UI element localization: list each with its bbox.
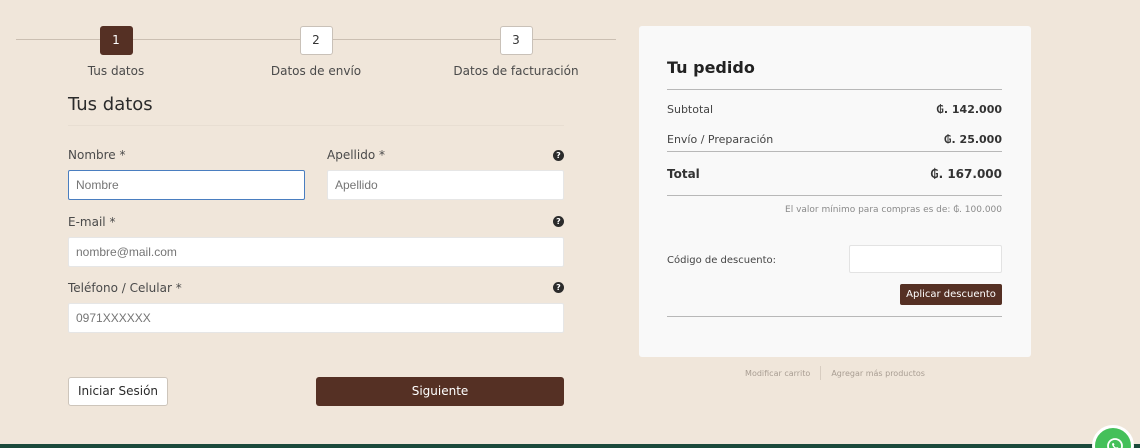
- whatsapp-button[interactable]: [1092, 425, 1134, 448]
- cart-links: Modificar carrito Agregar más productos: [639, 366, 1031, 380]
- form-title: Tus datos: [68, 94, 564, 126]
- divider: [667, 195, 1002, 196]
- whatsapp-icon: [1107, 438, 1123, 448]
- telefono-input[interactable]: [68, 303, 564, 333]
- step-3-label: Datos de facturación: [453, 64, 579, 78]
- apellido-label: Apellido *: [327, 148, 385, 162]
- discount-label: Código de descuento:: [667, 255, 776, 266]
- shipping-label: Envío / Preparación: [667, 133, 774, 146]
- step-1-label: Tus datos: [87, 64, 145, 78]
- divider: [667, 151, 1002, 152]
- login-button[interactable]: Iniciar Sesión: [68, 377, 168, 406]
- minimum-purchase-note: El valor mínimo para compras es de: ₲. 1…: [785, 205, 1002, 215]
- footer-bar: [0, 444, 1140, 448]
- telefono-label: Teléfono / Celular *: [68, 281, 182, 295]
- step-2[interactable]: 2 Datos de envío: [216, 26, 416, 78]
- step-3-number: 3: [499, 26, 533, 55]
- total-value: ₲. 167.000: [930, 167, 1002, 181]
- nombre-input[interactable]: [68, 170, 305, 200]
- step-3[interactable]: 3 Datos de facturación: [416, 26, 616, 78]
- nombre-label: Nombre *: [68, 148, 126, 162]
- telefono-help-icon[interactable]: ?: [553, 282, 564, 293]
- apply-discount-button[interactable]: Aplicar descuento: [900, 284, 1002, 305]
- order-title: Tu pedido: [667, 58, 755, 77]
- total-label: Total: [667, 167, 700, 181]
- divider: [667, 316, 1002, 317]
- email-help-icon[interactable]: ?: [553, 216, 564, 227]
- email-label: E-mail *: [68, 215, 116, 229]
- discount-code-input[interactable]: [849, 245, 1002, 273]
- subtotal-label: Subtotal: [667, 103, 714, 116]
- step-1-number: 1: [99, 26, 133, 55]
- apellido-input[interactable]: [327, 170, 564, 200]
- shipping-row: Envío / Preparación ₲. 25.000: [667, 133, 1002, 146]
- step-1[interactable]: 1 Tus datos: [16, 26, 216, 78]
- apellido-help-icon[interactable]: ?: [553, 150, 564, 161]
- divider: [667, 89, 1002, 90]
- subtotal-value: ₲. 142.000: [936, 103, 1002, 116]
- step-2-number: 2: [299, 26, 333, 55]
- modify-cart-link[interactable]: Modificar carrito: [735, 369, 820, 378]
- shipping-value: ₲. 25.000: [943, 133, 1002, 146]
- personal-data-form: Tus datos: [68, 94, 564, 126]
- order-summary-card: Tu pedido Subtotal ₲. 142.000 Envío / Pr…: [639, 26, 1031, 357]
- checkout-stepper: 1 Tus datos 2 Datos de envío 3 Datos de …: [16, 26, 616, 86]
- step-2-label: Datos de envío: [270, 64, 362, 78]
- next-button[interactable]: Siguiente: [316, 377, 564, 406]
- total-row: Total ₲. 167.000: [667, 167, 1002, 181]
- add-products-link[interactable]: Agregar más productos: [821, 369, 935, 378]
- subtotal-row: Subtotal ₲. 142.000: [667, 103, 1002, 116]
- email-input[interactable]: [68, 237, 564, 267]
